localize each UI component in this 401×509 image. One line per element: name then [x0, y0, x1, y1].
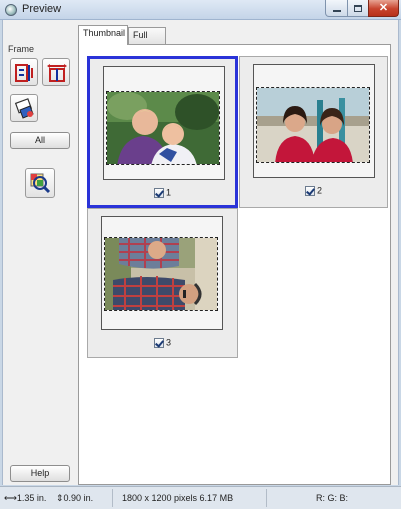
photo-two-men	[104, 237, 218, 311]
select-frame-icon	[15, 64, 33, 82]
window-title: Preview	[22, 3, 62, 15]
auto-exposure-button[interactable]	[10, 94, 38, 122]
rgb-readout: R: G: B:	[316, 493, 349, 503]
frame-label: Frame	[8, 44, 35, 54]
thumbnail-number: 3	[165, 337, 171, 348]
auto-exposure-icon	[14, 98, 34, 119]
thumbnail-card[interactable]: 2	[239, 56, 388, 208]
adjust-frame-button[interactable]	[42, 58, 70, 86]
close-icon: ✕	[378, 1, 389, 14]
height-readout: ⇕0.90 in.	[56, 493, 93, 504]
thumbnail-checkbox[interactable]	[153, 337, 164, 348]
thumbnail-checkbox[interactable]	[304, 185, 315, 196]
thumbnail-card[interactable]: 1	[87, 56, 238, 208]
thumbnail-pane: 1 2 3	[78, 44, 391, 485]
photo-two-boys	[106, 91, 220, 165]
width-arrow-icon: ⟷	[4, 493, 17, 503]
minimize-button[interactable]	[325, 0, 348, 17]
thumbnail-check-row: 1	[90, 187, 235, 198]
adjust-frame-icon	[47, 64, 67, 82]
width-value: 1.35 in.	[16, 493, 47, 503]
maximize-icon	[354, 4, 362, 12]
thumbnail-number: 1	[165, 187, 171, 198]
zoom-icon	[30, 173, 51, 194]
status-separator	[266, 489, 267, 507]
thumbnail-frame	[103, 66, 225, 180]
pixels-info: 1800 x 1200 pixels 6.17 MB	[122, 493, 234, 503]
thumbnail-check-row: 2	[240, 185, 387, 196]
status-bar: ⟷1.35 in. ⇕0.90 in. 1800 x 1200 pixels 6…	[0, 486, 401, 509]
title-bar: Preview ✕	[0, 0, 401, 20]
width-readout: ⟷1.35 in.	[4, 493, 46, 504]
status-separator	[112, 489, 113, 507]
all-button[interactable]: All	[10, 132, 70, 149]
minimize-icon	[332, 10, 341, 12]
close-button[interactable]: ✕	[368, 0, 399, 17]
height-value: 0.90 in.	[63, 493, 94, 503]
photo-two-women	[256, 87, 370, 163]
maximize-button[interactable]	[347, 0, 369, 17]
thumbnail-frame	[101, 216, 223, 330]
help-button[interactable]: Help	[10, 465, 70, 482]
thumbnail-number: 2	[316, 185, 322, 196]
thumbnail-frame	[253, 64, 375, 178]
app-icon	[5, 4, 17, 16]
zoom-button[interactable]	[25, 168, 55, 198]
height-arrow-icon: ⇕	[56, 493, 64, 503]
thumbnail-checkbox[interactable]	[153, 187, 164, 198]
tab-full-size[interactable]: Full Size	[128, 27, 166, 55]
select-frame-button[interactable]	[10, 58, 38, 86]
thumbnail-check-row: 3	[88, 337, 237, 348]
tab-thumbnail[interactable]: Thumbnail	[78, 25, 128, 45]
thumbnail-card[interactable]: 3	[87, 208, 238, 358]
